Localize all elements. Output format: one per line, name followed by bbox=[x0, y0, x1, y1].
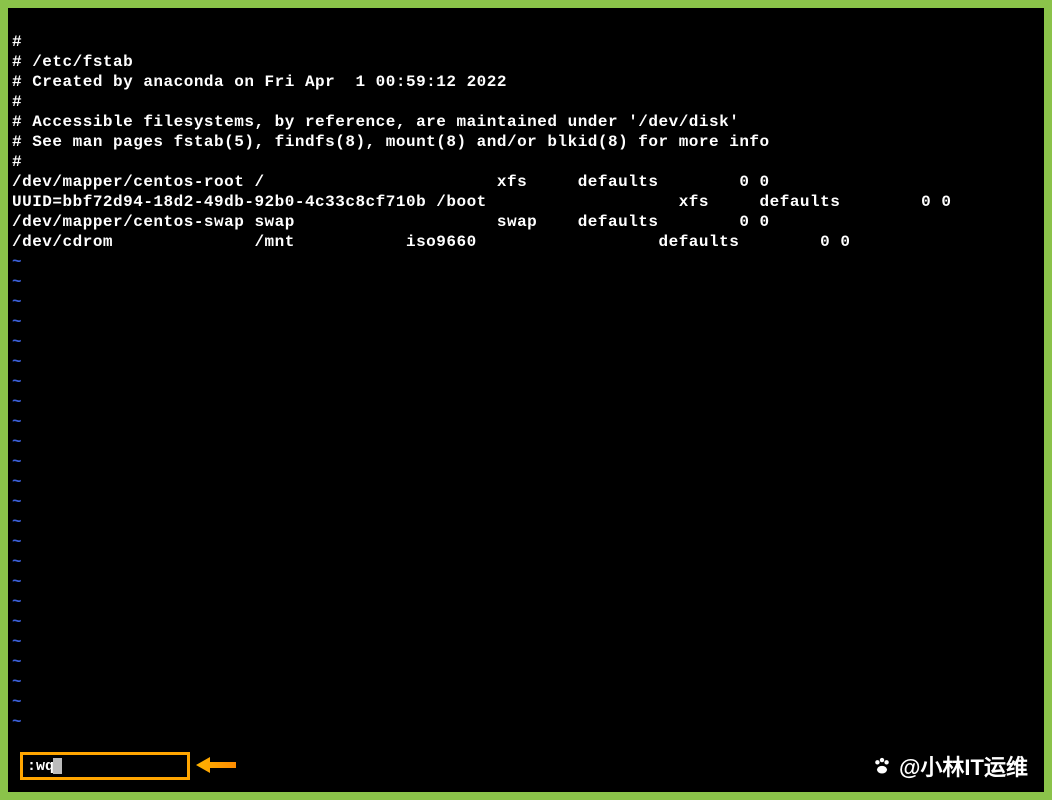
tilde-line: ~ bbox=[12, 372, 1040, 392]
tilde-line: ~ bbox=[12, 292, 1040, 312]
tilde-line: ~ bbox=[12, 252, 1040, 272]
tilde-line: ~ bbox=[12, 412, 1040, 432]
file-content: # # /etc/fstab # Created by anaconda on … bbox=[12, 32, 1040, 252]
tilde-line: ~ bbox=[12, 512, 1040, 532]
command-text: :wq bbox=[27, 758, 54, 775]
tilde-line: ~ bbox=[12, 472, 1040, 492]
arrow-annotation-icon bbox=[196, 756, 236, 774]
vim-command-input[interactable]: :wq bbox=[20, 752, 190, 780]
tilde-line: ~ bbox=[12, 632, 1040, 652]
file-line: # /etc/fstab bbox=[12, 52, 1040, 72]
empty-lines: ~~~~~~~~~~~~~~~~~~~~~~~~ bbox=[12, 252, 1040, 732]
file-line: /dev/mapper/centos-root / xfs defaults 0… bbox=[12, 172, 1040, 192]
file-line: # See man pages fstab(5), findfs(8), mou… bbox=[12, 132, 1040, 152]
cursor-icon bbox=[53, 758, 62, 774]
tilde-line: ~ bbox=[12, 692, 1040, 712]
watermark: @小林IT运维 bbox=[869, 750, 1028, 782]
tilde-line: ~ bbox=[12, 492, 1040, 512]
tilde-line: ~ bbox=[12, 452, 1040, 472]
terminal-window[interactable]: # # /etc/fstab # Created by anaconda on … bbox=[8, 8, 1044, 792]
tilde-line: ~ bbox=[12, 432, 1040, 452]
tilde-line: ~ bbox=[12, 352, 1040, 372]
tilde-line: ~ bbox=[12, 552, 1040, 572]
tilde-line: ~ bbox=[12, 532, 1040, 552]
file-line: /dev/cdrom /mnt iso9660 defaults 0 0 bbox=[12, 232, 1040, 252]
file-line: UUID=bbf72d94-18d2-49db-92b0-4c33c8cf710… bbox=[12, 192, 1040, 212]
tilde-line: ~ bbox=[12, 652, 1040, 672]
file-line: # Accessible filesystems, by reference, … bbox=[12, 112, 1040, 132]
file-line: # bbox=[12, 152, 1040, 172]
tilde-line: ~ bbox=[12, 712, 1040, 732]
watermark-text: @小林IT运维 bbox=[899, 750, 1028, 782]
file-line: # bbox=[12, 32, 1040, 52]
tilde-line: ~ bbox=[12, 312, 1040, 332]
tilde-line: ~ bbox=[12, 612, 1040, 632]
file-line: # Created by anaconda on Fri Apr 1 00:59… bbox=[12, 72, 1040, 92]
tilde-line: ~ bbox=[12, 572, 1040, 592]
file-line: /dev/mapper/centos-swap swap swap defaul… bbox=[12, 212, 1040, 232]
tilde-line: ~ bbox=[12, 592, 1040, 612]
paw-icon bbox=[869, 753, 895, 779]
tilde-line: ~ bbox=[12, 392, 1040, 412]
tilde-line: ~ bbox=[12, 672, 1040, 692]
tilde-line: ~ bbox=[12, 272, 1040, 292]
tilde-line: ~ bbox=[12, 332, 1040, 352]
file-line: # bbox=[12, 92, 1040, 112]
